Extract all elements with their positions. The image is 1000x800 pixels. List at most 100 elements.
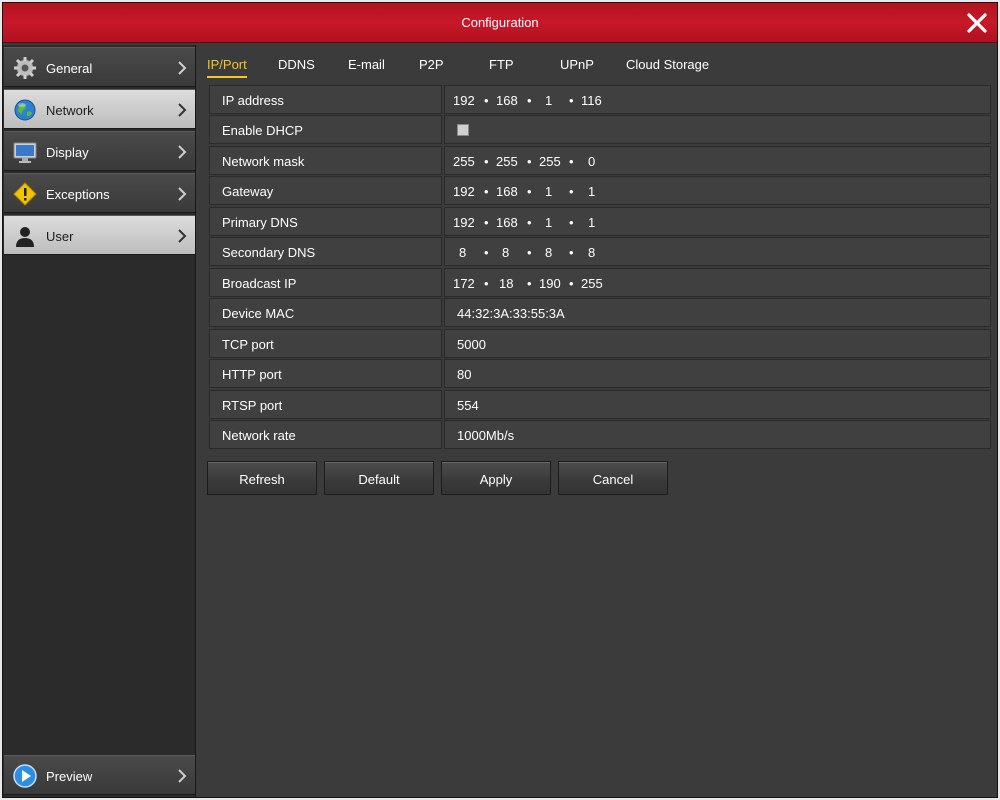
tcp-port-input[interactable]: 5000 — [444, 329, 991, 358]
warning-icon — [13, 182, 37, 206]
rtsp-port-label: RTSP port — [209, 390, 442, 419]
ip-octet[interactable]: 1 — [588, 184, 595, 199]
ip-octet[interactable]: 8 — [545, 245, 552, 260]
network-mask-row: Network mask 255 • 255 • 255 • 0 — [209, 146, 991, 175]
refresh-button[interactable]: Refresh — [207, 461, 317, 495]
tab-upnp[interactable]: UPnP — [560, 57, 594, 72]
broadcast-ip-field[interactable]: 172 • 18 • 190 • 255 — [444, 268, 991, 297]
octet-separator: • — [484, 245, 489, 260]
tab-ip-port[interactable]: IP/Port — [207, 57, 247, 78]
ip-octet[interactable]: 192 — [453, 215, 475, 230]
chevron-right-icon — [178, 61, 187, 75]
sidebar-item-label: Network — [46, 103, 94, 118]
http-port-input[interactable]: 80 — [444, 359, 991, 388]
sidebar-item-label: User — [46, 229, 74, 244]
window-title: Configuration — [461, 15, 539, 30]
ip-octet[interactable]: 8 — [502, 245, 509, 260]
tab-ftp[interactable]: FTP — [489, 57, 514, 72]
ip-octet[interactable]: 168 — [496, 93, 518, 108]
network-mask-field[interactable]: 255 • 255 • 255 • 0 — [444, 146, 991, 175]
tab-label: IP/Port — [207, 57, 247, 72]
secondary-dns-label: Secondary DNS — [209, 237, 442, 266]
apply-button[interactable]: Apply — [441, 461, 551, 495]
tab-cloud-storage[interactable]: Cloud Storage — [626, 57, 709, 72]
ip-octet[interactable]: 0 — [588, 154, 595, 169]
dhcp-field — [444, 115, 991, 144]
octet-separator: • — [569, 93, 574, 108]
octet-separator: • — [569, 276, 574, 291]
ip-octet[interactable]: 190 — [539, 276, 561, 291]
chevron-right-icon — [178, 229, 187, 243]
ip-octet[interactable]: 8 — [588, 245, 595, 260]
active-tab-indicator — [207, 76, 247, 78]
default-button[interactable]: Default — [324, 461, 434, 495]
ip-octet[interactable]: 1 — [545, 184, 552, 199]
ip-address-field[interactable]: 192 • 168 • 1 • 116 — [444, 85, 991, 114]
secondary-dns-row: Secondary DNS 8 • 8 • 8 • 8 — [209, 237, 991, 266]
sidebar-item-network[interactable]: Network — [4, 89, 195, 129]
primary-dns-field[interactable]: 192 • 168 • 1 • 1 — [444, 207, 991, 236]
ip-octet[interactable]: 18 — [499, 276, 513, 291]
globe-icon — [14, 99, 36, 121]
ip-octet[interactable]: 1 — [545, 93, 552, 108]
ip-octet[interactable]: 168 — [496, 184, 518, 199]
tab-ddns[interactable]: DDNS — [278, 57, 315, 72]
sidebar-item-label: Preview — [46, 769, 93, 784]
sidebar-item-label: Exceptions — [46, 187, 110, 202]
dhcp-label: Enable DHCP — [209, 115, 442, 144]
user-icon — [16, 227, 34, 247]
ip-octet[interactable]: 172 — [453, 276, 475, 291]
sidebar: General Network Display Exceptions User … — [3, 45, 196, 797]
chevron-right-icon — [178, 103, 187, 117]
dhcp-row: Enable DHCP — [209, 115, 991, 144]
tab-p2p[interactable]: P2P — [419, 57, 444, 72]
rtsp-port-input[interactable]: 554 — [444, 390, 991, 419]
ip-address-label: IP address — [209, 85, 442, 114]
sidebar-item-display[interactable]: Display — [4, 131, 195, 171]
chevron-right-icon — [178, 769, 187, 783]
sidebar-item-exceptions[interactable]: Exceptions — [4, 173, 195, 213]
ip-octet[interactable]: 8 — [459, 245, 466, 260]
octet-separator: • — [569, 215, 574, 230]
tcp-port-row: TCP port 5000 — [209, 329, 991, 358]
dhcp-checkbox[interactable] — [457, 124, 469, 136]
http-port-row: HTTP port 80 — [209, 359, 991, 388]
device-mac-value: 44:32:3A:33:55:3A — [444, 298, 991, 327]
broadcast-ip-row: Broadcast IP 172 • 18 • 190 • 255 — [209, 268, 991, 297]
network-rate-select[interactable]: 1000Mb/s — [444, 420, 991, 449]
octet-separator: • — [484, 184, 489, 199]
octet-separator: • — [527, 276, 532, 291]
cancel-button[interactable]: Cancel — [558, 461, 668, 495]
secondary-dns-field[interactable]: 8 • 8 • 8 • 8 — [444, 237, 991, 266]
octet-separator: • — [527, 154, 532, 169]
http-port-label: HTTP port — [209, 359, 442, 388]
gateway-label: Gateway — [209, 176, 442, 205]
ip-octet[interactable]: 255 — [581, 276, 603, 291]
device-mac-row: Device MAC 44:32:3A:33:55:3A — [209, 298, 991, 327]
close-icon[interactable] — [965, 11, 989, 35]
ip-octet[interactable]: 255 — [453, 154, 475, 169]
ip-octet[interactable]: 1 — [588, 215, 595, 230]
ip-octet[interactable]: 168 — [496, 215, 518, 230]
network-rate-label: Network rate — [209, 420, 442, 449]
ip-octet[interactable]: 116 — [581, 93, 602, 108]
octet-separator: • — [527, 93, 532, 108]
ip-octet[interactable]: 255 — [496, 154, 518, 169]
octet-separator: • — [527, 215, 532, 230]
device-mac-label: Device MAC — [209, 298, 442, 327]
play-icon — [13, 764, 37, 788]
network-rate-row: Network rate 1000Mb/s — [209, 420, 991, 449]
sidebar-item-preview[interactable]: Preview — [4, 755, 195, 795]
ip-octet[interactable]: 192 — [453, 93, 475, 108]
sidebar-item-general[interactable]: General — [4, 47, 195, 87]
sidebar-item-user[interactable]: User — [4, 215, 195, 255]
ip-octet[interactable]: 1 — [545, 215, 552, 230]
tab-email[interactable]: E-mail — [348, 57, 385, 72]
ip-octet[interactable]: 255 — [539, 154, 561, 169]
ip-octet[interactable]: 192 — [453, 184, 475, 199]
broadcast-ip-label: Broadcast IP — [209, 268, 442, 297]
octet-separator: • — [527, 184, 532, 199]
rtsp-port-row: RTSP port 554 — [209, 390, 991, 419]
gateway-field[interactable]: 192 • 168 • 1 • 1 — [444, 176, 991, 205]
octet-separator: • — [527, 245, 532, 260]
